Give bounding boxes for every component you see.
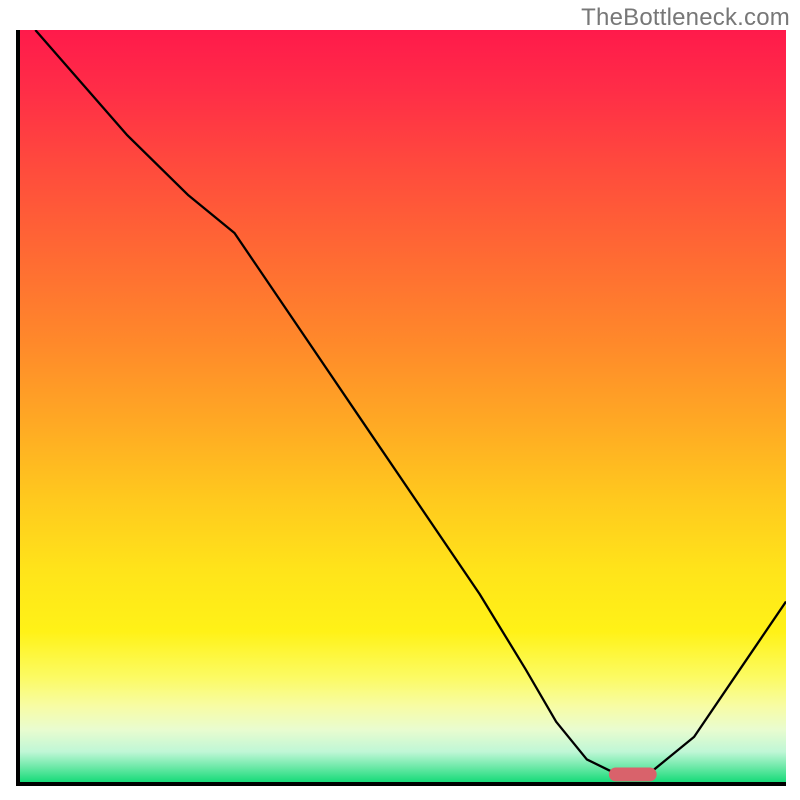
chart-stage: TheBottleneck.com <box>0 0 800 800</box>
plot-area <box>16 30 786 786</box>
gradient-background <box>20 30 786 782</box>
watermark-text: TheBottleneck.com <box>581 4 790 32</box>
